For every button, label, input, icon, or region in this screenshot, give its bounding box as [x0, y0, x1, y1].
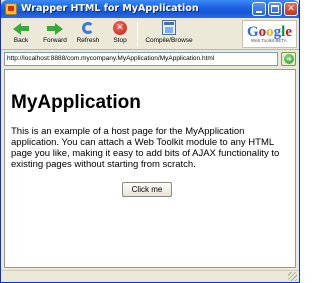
close-button[interactable]: ✕: [284, 2, 298, 16]
title-bar[interactable]: Wrapper HTML for MyApplication ✕: [1, 0, 299, 18]
compile-icon: [161, 20, 177, 36]
resize-grip-icon[interactable]: [288, 272, 297, 281]
page-title: MyApplication: [11, 92, 141, 113]
maximize-button[interactable]: [268, 2, 282, 16]
status-bar: [1, 270, 299, 282]
toolbar-separator: [137, 22, 138, 46]
back-button[interactable]: Back: [8, 20, 34, 48]
url-field[interactable]: http://localhost:8888/com.mycompany.MyAp…: [4, 52, 278, 66]
go-icon: ➜: [284, 54, 294, 64]
compile-browse-button[interactable]: Compile/Browse: [142, 20, 196, 48]
minimize-icon: [256, 11, 262, 13]
address-bar: http://localhost:8888/com.mycompany.MyAp…: [1, 51, 299, 67]
forward-button[interactable]: Forward: [39, 20, 71, 48]
refresh-label: Refresh: [76, 37, 100, 44]
go-button[interactable]: ➜: [281, 52, 296, 66]
back-arrow-icon: [13, 20, 29, 36]
app-icon: [5, 3, 17, 15]
logo-subtext: Web Toolkit BETA: [251, 38, 287, 43]
back-label: Back: [13, 37, 29, 44]
refresh-icon: [80, 20, 96, 36]
compile-label: Compile/Browse: [145, 37, 193, 44]
page-description: This is an example of a host page for th…: [11, 126, 280, 170]
google-web-toolkit-logo: Google Web Toolkit BETA: [242, 20, 297, 48]
forward-label: Forward: [43, 37, 67, 44]
page-content: MyApplication This is an example of a ho…: [4, 69, 296, 268]
stop-button[interactable]: ✕ Stop: [107, 20, 133, 48]
refresh-button[interactable]: Refresh: [73, 20, 103, 48]
browser-window: Wrapper HTML for MyApplication ✕ Back Fo…: [0, 0, 300, 283]
window-title: Wrapper HTML for MyApplication: [21, 3, 199, 14]
maximize-icon: [271, 5, 279, 13]
click-me-button[interactable]: Click me: [122, 182, 172, 197]
minimize-button[interactable]: [252, 2, 266, 16]
stop-icon: ✕: [112, 20, 128, 36]
forward-arrow-icon: [47, 20, 63, 36]
stop-label: Stop: [113, 37, 127, 44]
